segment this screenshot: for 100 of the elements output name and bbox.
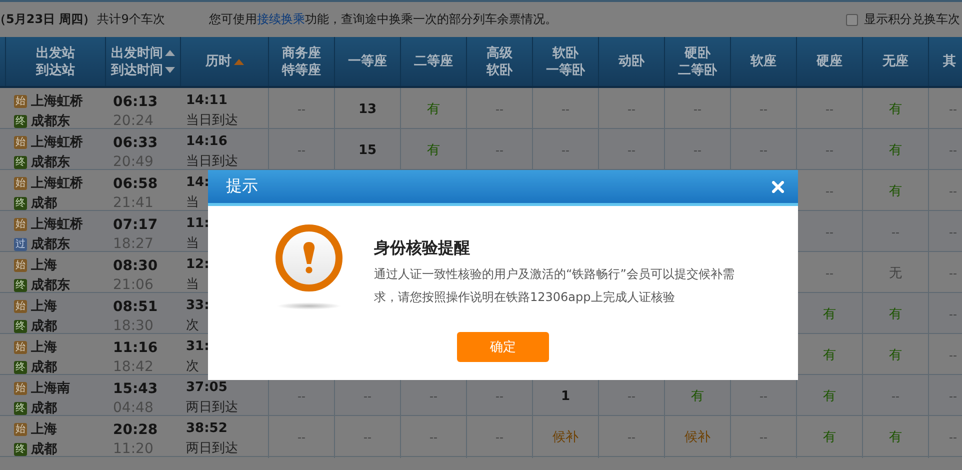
seat-availability: -- <box>760 390 768 402</box>
checkbox[interactable] <box>846 14 858 26</box>
seat-availability: -- <box>892 226 900 238</box>
column-header[interactable]: 历时 <box>206 53 232 70</box>
column-header[interactable]: 无座 <box>882 53 908 70</box>
seat-availability: -- <box>298 430 306 444</box>
column-header[interactable]: 软卧 <box>552 44 578 62</box>
column-header[interactable]: 一等卧 <box>546 62 585 78</box>
transfer-link[interactable]: 接续换乘 <box>256 12 305 26</box>
station-badge: 终 <box>14 114 27 128</box>
station-name[interactable]: 成都东 <box>31 153 70 171</box>
seat-availability: 有 <box>691 388 704 405</box>
departure-time: 11:16 <box>113 340 158 356</box>
seat-availability: -- <box>628 430 636 444</box>
seat-availability: 有 <box>427 101 440 118</box>
seat-availability: -- <box>949 430 957 444</box>
station-name[interactable]: 上海虹桥 <box>31 174 83 192</box>
column-header[interactable]: 软座 <box>750 53 776 70</box>
close-button[interactable] <box>772 180 784 192</box>
column-header[interactable]: 到达站 <box>36 62 75 78</box>
column-header[interactable]: 动卧 <box>618 53 644 70</box>
notice-text: 您可使用接续换乘功能，查询途中换乘一次的部分列车余票情况。 <box>208 11 557 28</box>
column-header[interactable]: 硬座 <box>816 53 842 70</box>
departure-time: 06:58 <box>113 176 158 192</box>
station-name[interactable]: 成都 <box>31 317 57 335</box>
seat-availability: -- <box>628 102 636 116</box>
column-header[interactable]: 商务座 <box>282 44 321 62</box>
seat-availability: -- <box>949 184 957 198</box>
station-name[interactable]: 上海 <box>31 420 57 438</box>
departure-time: 06:13 <box>113 94 158 110</box>
seat-availability: 有 <box>889 306 902 323</box>
confirm-button[interactable]: 确定 <box>457 332 549 362</box>
seat-availability: -- <box>949 390 957 402</box>
station-name[interactable]: 上海虹桥 <box>31 133 83 151</box>
seat-availability: -- <box>949 308 957 320</box>
station-name[interactable]: 上海虹桥 <box>31 215 83 233</box>
column-header[interactable]: 出发站 <box>36 44 75 62</box>
station-name[interactable]: 成都 <box>31 194 57 212</box>
column-header[interactable]: 到达时间 <box>111 62 163 78</box>
column-header[interactable]: 其 <box>943 53 956 70</box>
departure-time: 20:28 <box>113 422 158 438</box>
station-name[interactable]: 上海 <box>31 338 57 356</box>
seat-availability: -- <box>826 184 834 198</box>
duration: 14:16 <box>186 134 228 149</box>
station-badge: 终 <box>14 156 27 168</box>
station-name[interactable]: 成都东 <box>31 112 70 130</box>
seat-availability: -- <box>826 102 834 116</box>
station-name[interactable]: 上海南 <box>31 379 70 397</box>
column-header[interactable]: 二等座 <box>414 53 453 70</box>
column-header[interactable]: 出发时间 <box>111 44 163 62</box>
seat-availability: -- <box>826 144 834 156</box>
arrival-day: 次 <box>186 316 199 334</box>
seat-availability: 1 <box>560 388 570 404</box>
seat-availability: 13 <box>358 102 377 116</box>
seat-availability: -- <box>760 102 768 116</box>
sort-down-icon[interactable] <box>165 67 175 73</box>
sort-up-icon[interactable] <box>234 58 244 64</box>
station-badge: 始 <box>14 340 27 354</box>
station-name[interactable]: 成都东 <box>31 276 70 294</box>
station-name[interactable]: 上海 <box>31 256 57 274</box>
seat-availability: 候补 <box>552 429 578 446</box>
train-count: 共计9个车次 <box>97 11 165 28</box>
seat-availability: 候补 <box>684 429 710 446</box>
departure-time: 08:30 <box>113 258 158 274</box>
warning-icon <box>274 224 344 310</box>
column-header[interactable]: 软卧 <box>486 62 512 78</box>
column-header[interactable]: 硬卧 <box>684 44 710 62</box>
station-name[interactable]: 成都 <box>31 358 57 376</box>
station-name[interactable]: 成都东 <box>31 235 70 253</box>
departure-time: 07:17 <box>113 216 158 232</box>
station-badge: 始 <box>14 176 27 190</box>
column-header[interactable]: 一等座 <box>348 53 387 70</box>
dialog-title: 提示 <box>226 176 258 197</box>
points-checkbox[interactable]: 显示积分兑换车次 <box>846 11 960 28</box>
seat-availability: -- <box>496 102 504 116</box>
sort-up-icon[interactable] <box>165 50 175 56</box>
seat-availability: -- <box>949 144 957 156</box>
station-badge: 终 <box>14 196 27 210</box>
seat-availability: -- <box>496 390 504 402</box>
station-badge: 终 <box>14 402 27 414</box>
station-name[interactable]: 上海 <box>31 297 57 315</box>
column-header[interactable]: 二等卧 <box>678 62 717 78</box>
duration: 37:05 <box>186 380 228 395</box>
seat-availability: -- <box>364 430 372 444</box>
station-badge: 过 <box>14 238 27 250</box>
station-name[interactable]: 成都 <box>31 399 57 417</box>
arrival-day: 当 <box>186 234 199 252</box>
station-name[interactable]: 上海虹桥 <box>31 92 83 110</box>
seat-availability: 有 <box>889 142 902 159</box>
dialog-message: 通过人证一致性核验的用户及激活的“铁路畅行”会员可以提交候补需求，请您按照操作说明在铁路12306app上完成人证核验 <box>374 266 736 306</box>
duration: 12: <box>186 257 210 272</box>
duration: 33: <box>186 298 210 313</box>
station-name[interactable]: 成都 <box>31 440 57 458</box>
seat-availability: -- <box>628 390 636 402</box>
seat-availability: 有 <box>889 101 902 118</box>
station-badge: 始 <box>14 136 27 148</box>
arrival-day: 两日到达 <box>186 398 238 416</box>
duration: 31: <box>186 339 210 354</box>
column-header[interactable]: 高级 <box>486 44 512 62</box>
column-header[interactable]: 特等座 <box>282 62 321 78</box>
